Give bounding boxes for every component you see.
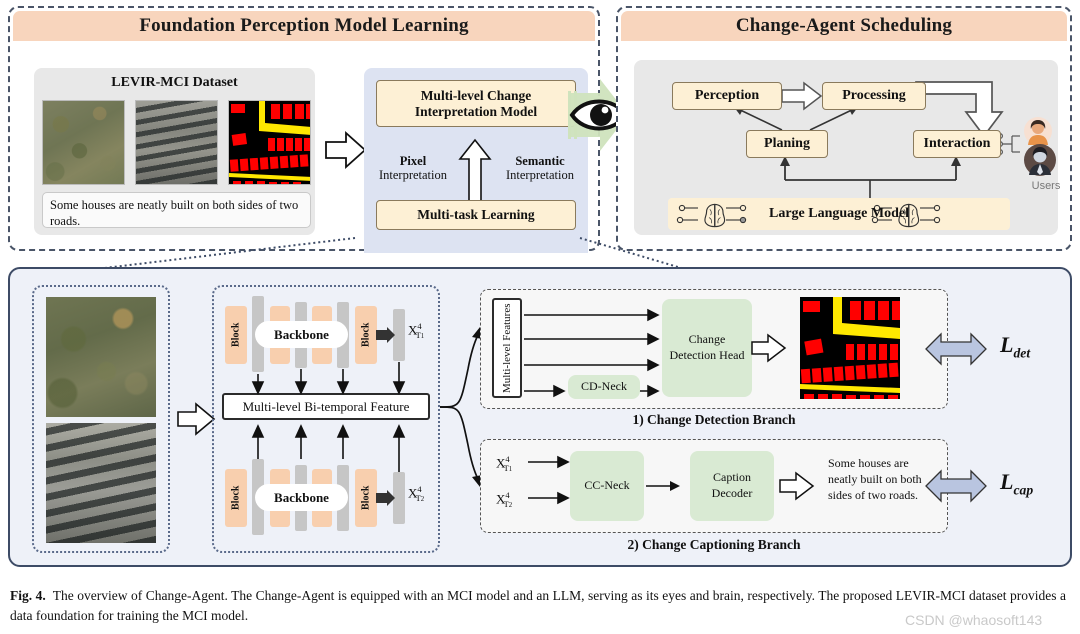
cap-x-t2-sub2: 2 [508,501,513,509]
dataset-thumbnail-pre [42,100,125,185]
dataset-thumbnail-mask [228,100,311,185]
detection-head-output-arrow [751,333,787,363]
caption-input-x-t1: X4T1 [496,454,513,474]
multi-level-change-interpretation-model-box: Multi-level Change Interpretation Model [376,80,576,127]
caption-output-text: Some houses are neatly built on both sid… [828,456,922,503]
cd-neck-label: CD-Neck [581,379,627,394]
node-perception-label: Perception [694,87,760,103]
dataset-thumbnail-post [135,100,218,185]
figure-caption-label: Fig. 4. [10,588,46,603]
mci-model-detail-panel: Block Block Backbone X4T1 Block Block Ba… [8,267,1072,567]
large-language-model-label: Large Language Model [769,205,909,221]
node-processing[interactable]: Processing [822,82,926,110]
loss-det-base: L [1000,332,1014,357]
foundation-perception-title: Foundation Perception Model Learning [13,11,595,41]
change-agent-scheduling-panel: Change-Agent Scheduling Perception Proce… [616,6,1072,251]
semantic-interpretation-bold: Semantic [515,154,565,168]
loss-cap-sub: cap [1013,482,1034,498]
cd-neck-box: CD-Neck [568,375,640,399]
users-label: Users [1031,180,1061,192]
detection-output-mask [800,297,900,399]
detection-mask-svg [800,297,900,399]
loss-det-arrow [925,332,987,366]
change-captioning-branch-title: 2) Change Captioning Branch [627,537,801,552]
foundation-perception-panel: Foundation Perception Model Learning LEV… [8,6,600,253]
loss-cap-base: L [1000,469,1014,494]
cap-x-t2-sub-group: T2 [504,499,513,509]
large-language-model-bar: Large Language Model [668,198,1010,230]
change-mask-svg [229,101,310,184]
change-detection-head-box: Change Detection Head [662,299,752,397]
caption-decoder-label: Caption Decoder [711,470,753,500]
user-avatar-icon [1024,144,1056,176]
pixel-interpretation-label: Pixel Interpretation [370,154,456,183]
change-detection-branch-title: 1) Change Detection Branch [632,412,796,427]
multi-level-features-label: Multi-level Features [501,303,513,393]
branch-split-arrows [439,327,482,487]
loss-det-label: Ldet [1000,332,1030,361]
node-planing-label: Planing [764,135,810,151]
cc-neck-box: CC-Neck [570,451,644,521]
ccneck-to-decoder-arrow [646,481,680,491]
multi-task-learning-box: Multi-task Learning [376,200,576,230]
brain-icon [704,203,726,228]
loss-cap-arrow [925,469,987,503]
levir-mci-dataset-title: LEVIR-MCI Dataset [111,75,238,90]
node-perception[interactable]: Perception [672,82,782,110]
cap-x-t1-sub-group: T1 [504,463,513,473]
node-processing-label: Processing [842,87,906,103]
loss-det-sub: det [1013,345,1031,361]
csdn-watermark: CSDN @whaosoft143 [905,612,1043,628]
cc-neck-label: CC-Neck [584,478,630,493]
dataset-caption-box: Some houses are neatly built on both sid… [42,192,311,228]
user-avatar-icon [1024,117,1052,145]
caption-decoder-box: Caption Decoder [690,451,774,521]
cap-x-t1-sub2: 1 [508,465,513,473]
multi-task-up-arrow [458,138,492,202]
input-image-t1 [46,297,156,417]
pixel-interpretation-bold: Pixel [399,154,427,168]
mci-model-label: Multi-level Change Interpretation Model [414,87,538,119]
users-avatars [1024,117,1056,176]
mci-model-area: Multi-level Change Interpretation Model … [364,68,588,253]
multi-task-learning-label: Multi-task Learning [417,207,535,223]
feature-bus-arrows [251,362,406,472]
agent-scheduling-area: Perception Processing Planing Interactio… [634,60,1060,235]
node-interaction[interactable]: Interaction [913,130,1001,158]
decoder-output-arrow [779,471,815,501]
node-interaction-label: Interaction [923,135,991,151]
pixel-interpretation-rest: Interpretation [378,168,448,183]
node-planing[interactable]: Planing [746,130,828,158]
caption-input-x-t2: X4T2 [496,490,513,510]
change-agent-scheduling-title: Change-Agent Scheduling [621,11,1067,41]
semantic-interpretation-rest: Interpretation [505,168,575,183]
dataset-to-model-arrow [325,130,367,170]
change-detection-head-label: Change Detection Head [669,332,745,362]
input-image-t2 [46,423,156,543]
loss-cap-label: Lcap [1000,469,1033,498]
